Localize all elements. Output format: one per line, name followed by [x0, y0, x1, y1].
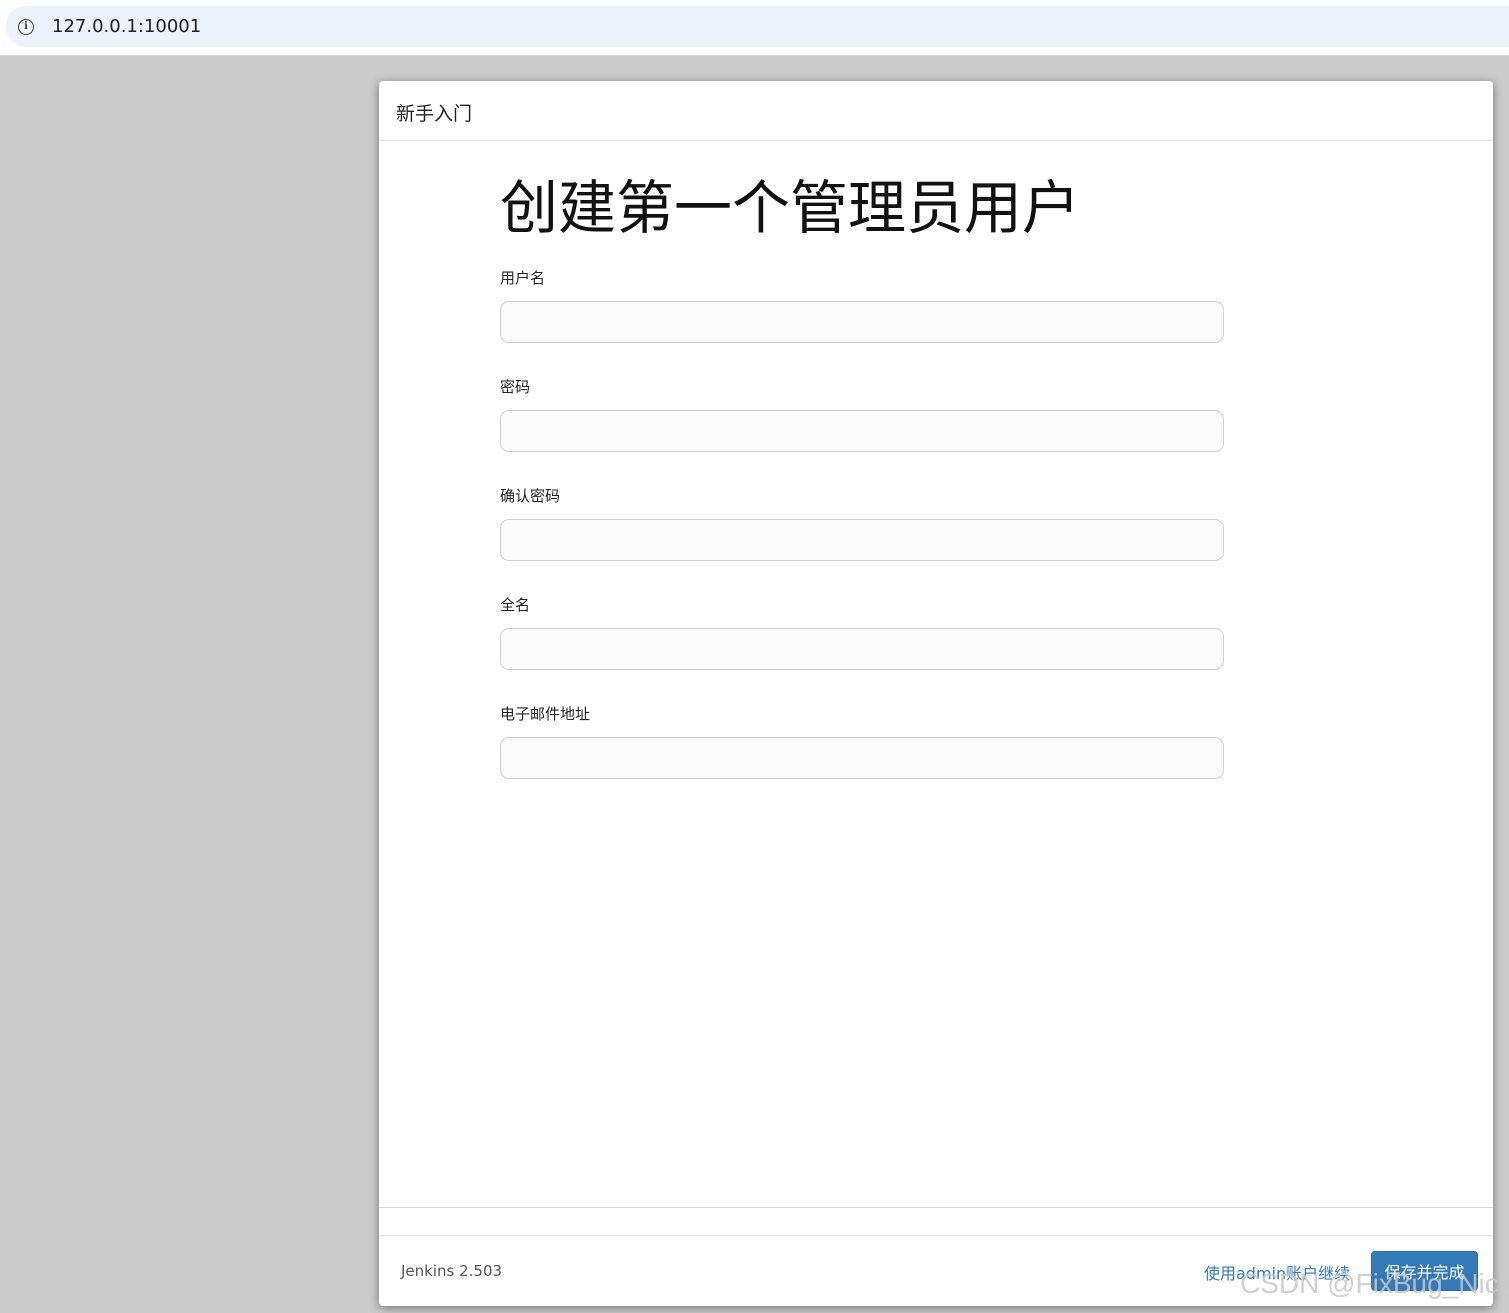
continue-as-admin-link[interactable]: 使用admin账户继续 — [1204, 1260, 1350, 1284]
username-input[interactable] — [500, 301, 1224, 343]
browser-toolbar: i 127.0.0.1:10001 — [0, 0, 1509, 56]
dialog-title: 新手入门 — [396, 103, 473, 125]
password-field-group: 密码 — [500, 376, 1226, 452]
fullname-input[interactable] — [500, 628, 1224, 670]
footer-divider-inner — [379, 1235, 1493, 1236]
info-circle-icon[interactable]: i — [18, 18, 34, 35]
confirm-password-input[interactable] — [500, 519, 1224, 561]
fullname-label: 全名 — [500, 596, 531, 614]
address-bar[interactable]: i 127.0.0.1:10001 — [6, 6, 1509, 47]
footer-divider — [379, 1207, 1493, 1208]
email-label: 电子邮件地址 — [500, 705, 591, 723]
jenkins-version: Jenkins 2.503 — [401, 1262, 503, 1280]
confirm-password-field-group: 确认密码 — [500, 485, 1226, 561]
url-text[interactable]: 127.0.0.1:10001 — [52, 16, 201, 37]
setup-wizard-dialog: 新手入门 创建第一个管理员用户 用户名 密码 确认密码 全名 电子邮件地址 Je… — [379, 81, 1493, 1306]
password-label: 密码 — [500, 378, 531, 396]
email-input[interactable] — [500, 737, 1224, 779]
username-field-group: 用户名 — [500, 267, 1226, 343]
dialog-header: 新手入门 — [379, 81, 1493, 141]
confirm-password-label: 确认密码 — [500, 487, 561, 505]
page-title: 创建第一个管理员用户 — [500, 174, 1081, 242]
password-input[interactable] — [500, 410, 1224, 452]
fullname-field-group: 全名 — [500, 594, 1226, 670]
email-field-group: 电子邮件地址 — [500, 703, 1226, 779]
save-and-finish-button[interactable]: 保存并完成 — [1371, 1251, 1478, 1291]
username-label: 用户名 — [500, 269, 546, 287]
